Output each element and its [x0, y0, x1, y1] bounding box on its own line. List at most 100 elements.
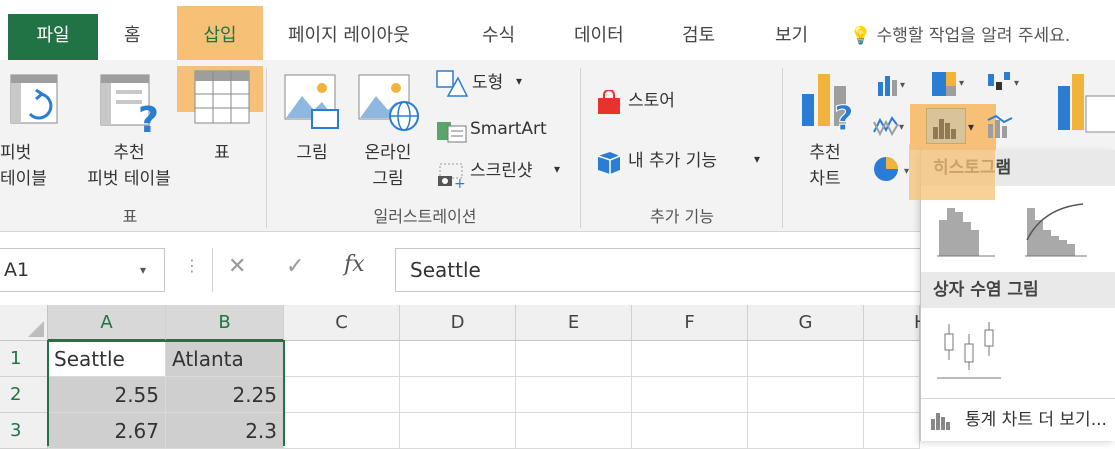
column-header-c[interactable]: C	[284, 305, 400, 341]
cell-a3[interactable]: 2.67	[48, 413, 166, 449]
table-button[interactable]: 표	[177, 66, 263, 198]
column-header-f[interactable]: F	[632, 305, 748, 341]
cell[interactable]	[632, 413, 748, 449]
cell[interactable]	[516, 341, 632, 377]
online-pictures-label-1: 온라인	[364, 143, 412, 163]
cell[interactable]	[632, 377, 748, 413]
cell[interactable]	[284, 377, 400, 413]
my-addins-button[interactable]: 내 추가 기능 ▾	[594, 148, 774, 178]
cell[interactable]	[748, 341, 864, 377]
pivot-table-label-1: 피벗	[0, 143, 32, 163]
pareto-chart-option[interactable]	[1017, 192, 1107, 264]
statistic-chart-dropdown-arrow[interactable]: ▾	[968, 114, 974, 140]
column-header-b[interactable]: B	[166, 305, 284, 341]
insert-function-button[interactable]: fx	[344, 252, 365, 277]
my-addins-dropdown-arrow: ▾	[754, 152, 761, 166]
hierarchy-chart-icon[interactable]: ▾	[930, 70, 970, 98]
column-chart-icon[interactable]: ▾	[876, 72, 910, 98]
column-header-e[interactable]: E	[516, 305, 632, 341]
cell[interactable]	[400, 377, 516, 413]
name-box-dropdown-arrow[interactable]: ▾	[140, 249, 146, 291]
cell-b3[interactable]: 2.3	[166, 413, 284, 449]
select-all-triangle-icon	[28, 321, 44, 337]
tab-formulas[interactable]: 수식	[482, 12, 515, 60]
histogram-icon	[933, 119, 956, 139]
column-header-g[interactable]: G	[748, 305, 864, 341]
column-header-a[interactable]: A	[48, 305, 166, 341]
cell[interactable]	[516, 377, 632, 413]
recommended-charts-label-1: 추천	[809, 143, 841, 163]
smartart-label: SmartArt	[470, 119, 547, 139]
box-whisker-chart-option[interactable]	[929, 312, 1009, 384]
enter-icon[interactable]: ✓	[286, 254, 304, 279]
tab-view[interactable]: 보기	[775, 12, 808, 60]
tab-review[interactable]: 검토	[682, 12, 715, 60]
pictures-label: 그림	[296, 143, 328, 163]
tab-file[interactable]: 파일	[8, 14, 98, 60]
table-icon	[194, 70, 250, 124]
cell-a2[interactable]: 2.55	[48, 377, 166, 413]
addin-icon	[597, 152, 621, 174]
cell[interactable]	[748, 413, 864, 449]
pictures-button[interactable]: 그림	[276, 68, 348, 198]
tab-home[interactable]: 홈	[124, 12, 141, 60]
online-pictures-button[interactable]: 온라인 그림	[350, 68, 426, 198]
cell[interactable]	[632, 341, 748, 377]
box-whisker-chart-icon	[937, 322, 1001, 379]
cell[interactable]	[284, 341, 400, 377]
picture-icon	[284, 74, 339, 129]
cell[interactable]	[284, 413, 400, 449]
cell[interactable]	[864, 413, 920, 449]
column-header-d[interactable]: D	[400, 305, 516, 341]
waterfall-chart-icon[interactable]: ▾	[986, 70, 1026, 98]
name-box[interactable]: A1 ▾	[0, 248, 165, 292]
smartart-button[interactable]: SmartArt	[434, 116, 564, 146]
column-header-h[interactable]: H	[864, 305, 928, 341]
pivot-table-label-2: 테이블	[0, 169, 47, 189]
histogram-chart-icon	[937, 208, 995, 257]
svg-text:?: ?	[834, 99, 854, 132]
formula-input[interactable]: Seattle	[395, 248, 920, 292]
row-header[interactable]: 2	[0, 377, 48, 413]
cell[interactable]	[400, 341, 516, 377]
cell[interactable]	[864, 341, 920, 377]
cell[interactable]	[516, 413, 632, 449]
group-separator	[580, 68, 581, 228]
cell-a1[interactable]: Seattle	[48, 341, 166, 377]
recommended-charts-button[interactable]: ? 추천 차트	[790, 68, 860, 198]
shapes-button[interactable]: 도형 ▾	[434, 70, 564, 100]
select-all-corner[interactable]	[0, 305, 48, 341]
cell[interactable]	[748, 377, 864, 413]
shapes-icon	[436, 70, 468, 97]
tab-insert[interactable]: 삽입	[177, 12, 263, 60]
row-header[interactable]: 1	[0, 341, 48, 377]
store-button[interactable]: 스토어	[594, 88, 724, 118]
cell[interactable]	[400, 413, 516, 449]
pivot-chart-icon[interactable]	[1056, 72, 1115, 134]
recommended-chart-icon: ?	[802, 74, 854, 132]
pareto-chart-icon	[1025, 203, 1087, 257]
cell-b2[interactable]: 2.25	[166, 377, 284, 413]
statistic-chart-button[interactable]	[926, 108, 966, 144]
tell-me-box[interactable]: 💡 수행할 작업을 알려 주세요.	[850, 12, 1070, 60]
histogram-chart-option[interactable]	[929, 192, 1009, 264]
cell-b1[interactable]: Atlanta	[166, 341, 284, 377]
cancel-icon[interactable]: ✕	[228, 254, 246, 279]
more-statistic-charts-link[interactable]: 통계 차트 더 보기...	[921, 398, 1115, 441]
screenshot-button[interactable]: + 스크린샷 ▾	[434, 158, 568, 188]
svg-text:▾: ▾	[1014, 78, 1019, 89]
formula-bar-divider	[212, 248, 213, 292]
name-box-value: A1	[4, 259, 30, 281]
row-header[interactable]: 3	[0, 413, 48, 449]
line-chart-icon[interactable]: ▾	[872, 112, 908, 140]
pivot-table-icon	[10, 74, 58, 124]
tab-page-layout[interactable]: 페이지 레이아웃	[288, 12, 410, 60]
recommended-pivot-button[interactable]: ? 추천 피벗 테이블	[74, 68, 184, 198]
pivot-table-button[interactable]: 피벗 테이블	[0, 68, 70, 198]
cell[interactable]	[864, 377, 920, 413]
ribbon-tab-bar: 파일 홈 삽입 페이지 레이아웃 수식 데이터 검토 보기 💡 수행할 작업을 …	[0, 0, 1115, 60]
tab-data[interactable]: 데이터	[574, 12, 624, 60]
screenshot-icon: +	[438, 163, 466, 188]
combo-chart-icon[interactable]	[986, 114, 1026, 142]
recommended-pivot-label-1: 추천	[113, 143, 145, 163]
